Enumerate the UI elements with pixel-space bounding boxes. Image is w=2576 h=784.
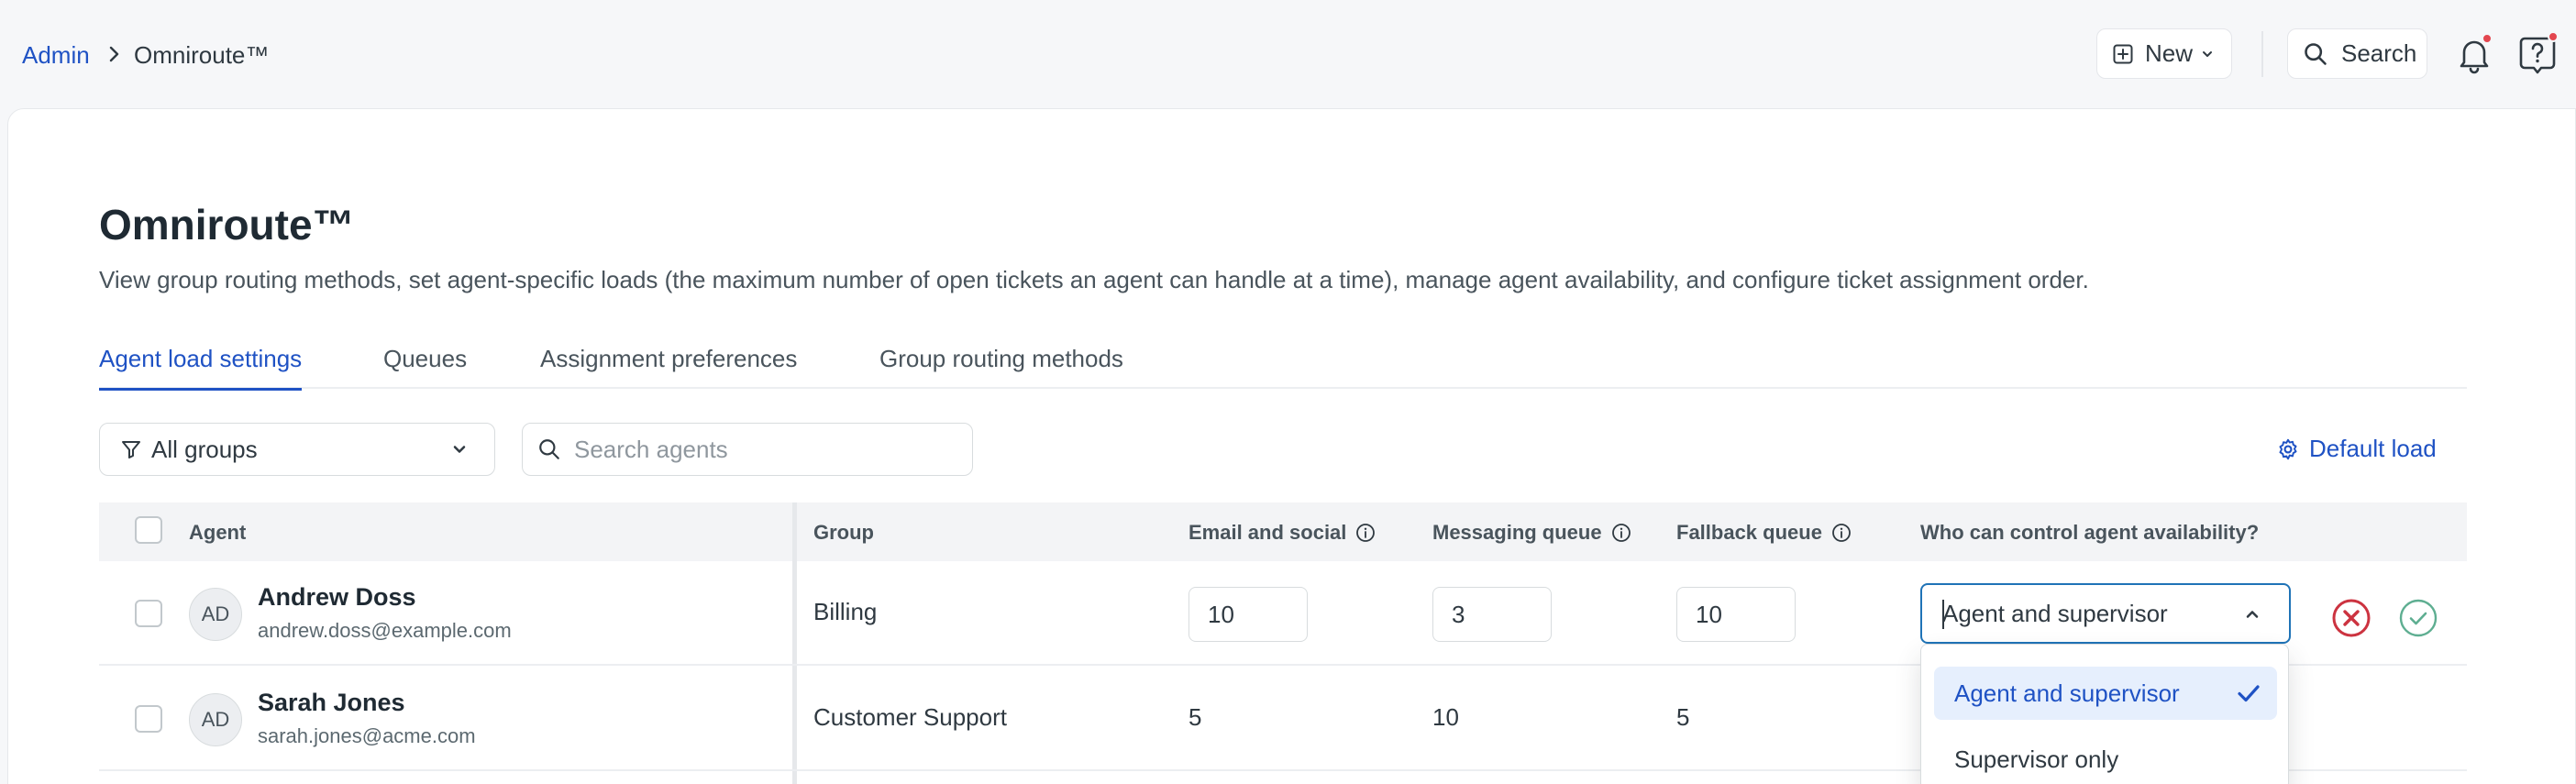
notification-dot: [2482, 33, 2493, 44]
help-notification-dot: [2548, 31, 2559, 42]
availability-dropdown-menu: Agent and supervisor Supervisor only: [1920, 644, 2289, 784]
chevron-down-icon: [2203, 50, 2213, 57]
column-email-social-label: Email and social: [1188, 521, 1347, 544]
row-select-checkbox[interactable]: [135, 705, 162, 733]
agent-search-field[interactable]: [522, 423, 973, 476]
agent-name: Andrew Doss: [258, 583, 416, 611]
column-fallback-queue-label: Fallback queue: [1676, 521, 1822, 544]
top-bar: Admin Omniroute™ New Search: [0, 0, 2576, 108]
tab-group-routing-methods[interactable]: Group routing methods: [879, 345, 1123, 389]
column-availability: Who can control agent availability?: [1920, 521, 2260, 544]
search-icon: [2305, 42, 2327, 65]
agent-email: andrew.doss@example.com: [258, 619, 512, 642]
notifications-button[interactable]: [2454, 33, 2494, 75]
tab-assignment-preferences[interactable]: Assignment preferences: [540, 345, 797, 389]
agent-group: Billing: [813, 598, 878, 625]
column-group: Group: [813, 521, 874, 544]
messaging-queue-load: 10: [1432, 703, 1459, 731]
info-icon[interactable]: [1611, 523, 1631, 543]
default-load-label: Default load: [2309, 435, 2437, 462]
avatar: AD: [189, 588, 242, 641]
check-circle-icon[interactable]: [2398, 598, 2438, 638]
email-social-load-input[interactable]: [1188, 587, 1308, 642]
info-icon[interactable]: [1355, 523, 1376, 543]
group-filter-label: All groups: [151, 435, 258, 463]
page-title: Omniroute™: [99, 201, 355, 248]
chevron-down-icon: [453, 446, 466, 453]
tab-bar: Agent load settings Queues Assignment pr…: [99, 337, 2467, 391]
column-agent: Agent: [189, 521, 247, 544]
agent-group: Customer Support: [813, 703, 1007, 731]
fallback-queue-load: 5: [1676, 703, 1690, 731]
row-select-checkbox[interactable]: [135, 600, 162, 627]
new-button[interactable]: New: [2096, 28, 2232, 79]
chevron-right-icon: [109, 46, 119, 62]
filter-icon: [122, 441, 140, 458]
table-header: Agent Group Email and social Messaging q…: [99, 502, 2467, 561]
gear-icon: [2279, 438, 2297, 459]
default-load-button[interactable]: Default load: [2276, 435, 2437, 463]
x-circle-icon[interactable]: [2331, 598, 2371, 638]
breadcrumb-current: Omniroute™: [134, 41, 270, 69]
fallback-queue-load-input[interactable]: [1676, 587, 1796, 642]
select-all-checkbox[interactable]: [135, 516, 162, 544]
messaging-queue-load-input[interactable]: [1432, 587, 1552, 642]
column-email-social: Email and social: [1188, 521, 1376, 545]
toolbar-divider: [2261, 31, 2263, 77]
help-button[interactable]: [2516, 31, 2559, 75]
agent-email: sarah.jones@acme.com: [258, 724, 476, 747]
global-search-button[interactable]: Search: [2287, 28, 2427, 79]
option-label: Supervisor only: [1954, 745, 2119, 773]
option-agent-and-supervisor[interactable]: Agent and supervisor: [1934, 667, 2277, 720]
option-supervisor-only[interactable]: Supervisor only: [1934, 733, 2277, 784]
agent-name: Sarah Jones: [258, 689, 405, 716]
tab-queues[interactable]: Queues: [383, 345, 467, 389]
search-agents-input[interactable]: [574, 435, 941, 464]
search-icon: [539, 439, 559, 459]
check-icon: [2238, 685, 2260, 702]
info-icon[interactable]: [1831, 523, 1852, 543]
search-button-label: Search: [2341, 39, 2417, 67]
group-filter-select[interactable]: All groups: [99, 423, 495, 476]
text-caret: [1942, 600, 1944, 629]
avatar: AD: [189, 693, 242, 746]
tab-agent-load-settings[interactable]: Agent load settings: [99, 345, 303, 391]
breadcrumb-admin-link[interactable]: Admin: [22, 40, 90, 70]
new-button-label: New: [2145, 39, 2194, 67]
page-description: View group routing methods, set agent-sp…: [99, 266, 2089, 293]
email-social-load: 5: [1188, 703, 1202, 731]
chevron-up-icon: [2246, 611, 2259, 618]
column-fallback-queue: Fallback queue: [1676, 521, 1852, 545]
plus-square-icon: [2113, 44, 2133, 63]
column-messaging-queue-label: Messaging queue: [1432, 521, 1602, 544]
option-label: Agent and supervisor: [1954, 679, 2180, 707]
column-messaging-queue: Messaging queue: [1432, 521, 1631, 545]
availability-control-select[interactable]: Agent and supervisor: [1920, 583, 2291, 644]
availability-selected-value: Agent and supervisor: [1942, 599, 2168, 627]
